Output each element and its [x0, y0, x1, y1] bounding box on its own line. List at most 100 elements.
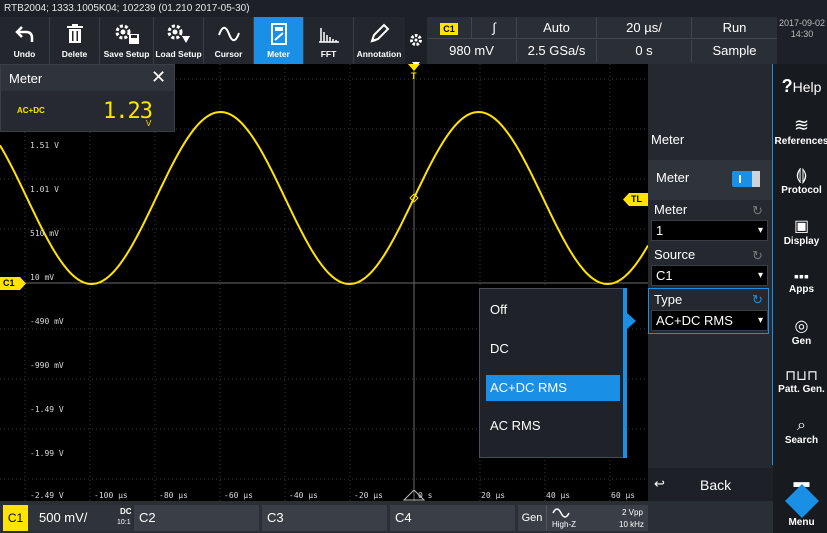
trash-icon [66, 21, 84, 47]
sample-rate[interactable]: 2.5 GSa/s [517, 40, 597, 62]
back-button[interactable]: ↩ Back [648, 468, 773, 501]
type-dropdown-list[interactable]: Off DC AC+DC RMS AC RMS [479, 288, 625, 458]
channel-1-label: C1 [3, 505, 28, 531]
toolbar-settings[interactable] [405, 17, 427, 67]
close-icon[interactable]: ✕ [151, 67, 166, 87]
trigger-slope[interactable]: ∫ [472, 17, 517, 39]
pencil-icon [368, 21, 390, 47]
dropdown-option[interactable]: DC [486, 336, 620, 362]
trigger-level[interactable]: 980 mV [427, 40, 517, 62]
meter-toggle-switch[interactable] [732, 171, 760, 187]
reset-icon[interactable]: ↻ [752, 292, 763, 308]
reset-icon[interactable]: ↻ [752, 203, 763, 219]
window-title: RTB2004; 1333.1005K04; 102239 (01.210 20… [4, 3, 250, 14]
fft-label: FFT [320, 49, 337, 59]
dropdown-option[interactable]: AC RMS [486, 413, 620, 439]
x-tick: -40 µs [289, 491, 318, 500]
undo-button[interactable]: Undo [0, 17, 50, 64]
save-setup-label: Save Setup [103, 49, 150, 59]
sidebar-item-display[interactable]: ▣ Display [776, 206, 827, 256]
back-label: Back [700, 477, 732, 493]
sidebar-item-label: Search [784, 434, 819, 446]
back-arrow-icon: ↩ [654, 476, 665, 491]
pattern-generator-icon: ⊓⊔⊓ [785, 367, 818, 383]
cursor-wave-icon [217, 21, 241, 47]
annotation-button[interactable]: Annotation [354, 17, 404, 64]
apps-grid-icon: ▪▪▪ [794, 267, 809, 284]
monitor-icon: ▣ [793, 217, 810, 235]
type-select[interactable]: AC+DC RMS ▾ [651, 310, 768, 331]
chevron-down-icon: ▾ [757, 270, 763, 281]
save-setup-button[interactable]: Save Setup [100, 17, 154, 64]
meter-settings-panel: Meter Meter Meter ↻ 1 ▾ Source ↻ C1 ▾ Type… [648, 64, 773, 501]
trigger-level-label: TL [631, 194, 642, 204]
sidebar-item-protocol[interactable]: ⟬⟭ Protocol [776, 156, 827, 206]
x-tick: 60 µs [611, 491, 636, 500]
meter-value: 1.23 [103, 99, 153, 124]
trigger-position-marker[interactable]: T [408, 64, 420, 82]
generator-box[interactable]: Gen High-Z 2 Vpp 10 kHz [518, 505, 648, 531]
toggle-on-mark [739, 175, 741, 183]
sidebar-item-search[interactable]: ⌕ Search [776, 406, 827, 456]
trigger-source[interactable]: C1 [427, 17, 472, 39]
y-tick: -2.49 V [30, 491, 64, 500]
acquisition-mode[interactable]: Sample [692, 40, 777, 62]
type-label: Type [654, 292, 683, 307]
channel-1-box[interactable]: C1 500 mV/ DC 10:1 [3, 505, 132, 531]
load-settings-icon [166, 21, 192, 47]
fft-button[interactable]: FFT [304, 17, 354, 64]
source-select[interactable]: C1 ▾ [651, 265, 768, 286]
menu-button[interactable]: Menu [776, 483, 827, 532]
cursor-button[interactable]: Cursor [204, 17, 254, 64]
sidebar-item-label: Apps [789, 283, 814, 295]
source-select-value: C1 [656, 268, 673, 283]
meter-result-window[interactable]: Meter ✕ AC+DC 1.23 V [0, 64, 175, 132]
y-tick: 510 mV [30, 229, 59, 238]
x-tick: -60 µs [224, 491, 253, 500]
y-tick: 1.51 V [30, 141, 59, 150]
sidebar-item-gen[interactable]: ◎ Gen [776, 306, 827, 356]
protocol-icon: ⟬⟭ [795, 166, 808, 184]
generator-icon: ◎ [794, 317, 809, 335]
meter-mode: AC+DC [17, 106, 45, 115]
meter-button[interactable]: Meter [254, 17, 304, 64]
delete-button[interactable]: Delete [50, 17, 100, 64]
sidebar-item-references[interactable]: ≋ References [774, 106, 827, 156]
meter-select[interactable]: 1 ▾ [651, 220, 768, 241]
channel-4-box[interactable]: C4 [390, 505, 515, 531]
channel-2-box[interactable]: C2 [134, 505, 259, 531]
meter-toggle-row[interactable]: Meter [648, 160, 773, 200]
y-tick: -990 mV [30, 361, 64, 370]
x-tick: -80 µs [159, 491, 188, 500]
help-button[interactable]: ?Help [776, 64, 827, 108]
channel-bar: C1 500 mV/ DC 10:1 C2 C3 C4 Gen High-Z 2… [0, 501, 773, 533]
trigger-level-marker[interactable]: TL [623, 193, 648, 206]
chevron-down-icon: ▾ [757, 315, 763, 326]
help-label: Help [792, 78, 822, 95]
chevron-down-icon: ▾ [757, 225, 763, 236]
clock: 2017-09-02 14:30 [777, 17, 827, 65]
trigger-offset[interactable]: 0 s [597, 40, 692, 62]
dropdown-option[interactable]: Off [486, 297, 620, 323]
channel-1-coupling: DC [120, 507, 132, 516]
sidebar-item-apps[interactable]: ▪▪▪ Apps [776, 256, 827, 306]
channel-3-box[interactable]: C3 [262, 505, 387, 531]
run-stop[interactable]: Run [692, 17, 777, 39]
reset-icon[interactable]: ↻ [752, 248, 763, 264]
channel-offset-marker[interactable]: C1 [0, 277, 26, 290]
annotation-label: Annotation [356, 49, 402, 59]
sidebar-item-label: References [774, 136, 827, 147]
sidebar: ?Help ≋ References ⟬⟭ Protocol ▣ Display ▪▪… [773, 64, 827, 533]
channel-4-label: C4 [395, 510, 412, 525]
sidebar-item-patt-gen[interactable]: ⊓⊔⊓ Patt. Gen. [776, 356, 827, 406]
trigger-mode[interactable]: Auto [517, 17, 597, 39]
load-setup-button[interactable]: Load Setup [154, 17, 204, 64]
generator-label: Gen [518, 505, 547, 531]
generator-amplitude: 2 Vpp [622, 508, 643, 517]
dropdown-option-selected[interactable]: AC+DC RMS [486, 375, 620, 401]
timebase[interactable]: 20 µs/ [597, 17, 692, 39]
help-icon: ? [781, 75, 793, 96]
channel-2-label: C2 [139, 510, 156, 525]
fft-icon [317, 21, 341, 47]
toggle-knob [752, 171, 760, 187]
